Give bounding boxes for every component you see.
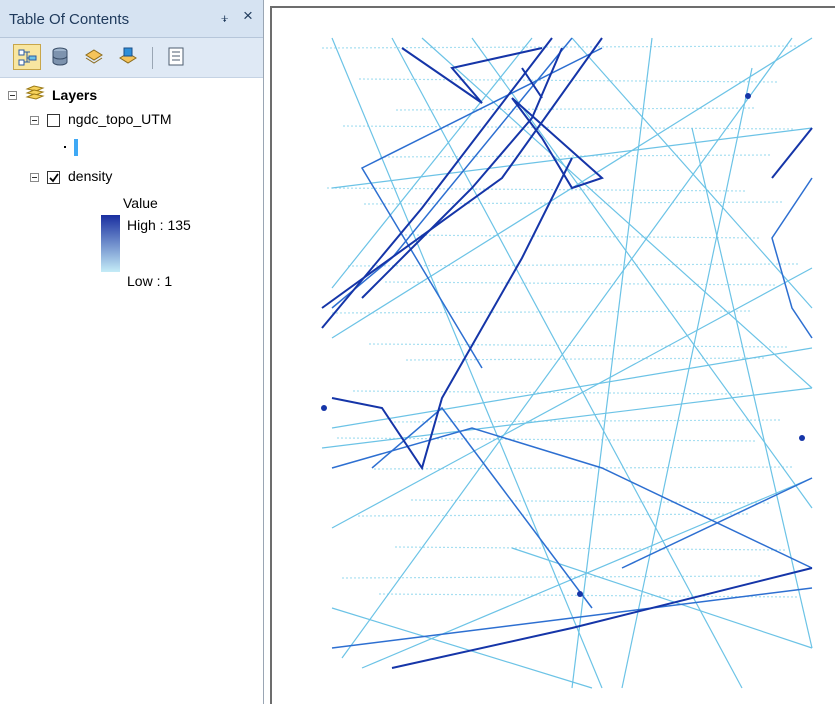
- survey-line-pale: [389, 419, 781, 423]
- density-layer-visibility-checkbox[interactable]: [47, 171, 60, 184]
- legend-value-heading: Value: [123, 195, 158, 211]
- track-line-medium: [771, 177, 813, 339]
- checkmark-icon: [49, 173, 59, 183]
- track-line-light: [511, 547, 813, 649]
- density-hotspot: [799, 435, 805, 441]
- layers-collapse-toggle[interactable]: [8, 91, 17, 100]
- survey-line-pale: [384, 281, 776, 286]
- ngdc-layer-collapse-toggle[interactable]: [30, 116, 39, 125]
- layers-root-label[interactable]: Layers: [52, 87, 97, 103]
- options-button[interactable]: [162, 44, 190, 70]
- list-by-selection-button[interactable]: [114, 44, 142, 70]
- layer-name-ngdc-topo-utm[interactable]: ngdc_topo_UTM: [68, 111, 172, 127]
- close-icon[interactable]: ×: [243, 7, 253, 24]
- track-line-light: [331, 347, 813, 429]
- options-list-icon: [168, 47, 184, 66]
- list-by-visibility-button[interactable]: [80, 44, 108, 70]
- track-line-dark: [771, 127, 813, 179]
- ngdc-legend-point-symbol: [64, 146, 66, 148]
- survey-line-pale: [321, 45, 803, 49]
- list-by-drawing-order-button[interactable]: [13, 44, 41, 70]
- survey-line-pale: [394, 546, 786, 551]
- survey-line-pale: [400, 234, 762, 239]
- track-line-light: [391, 37, 743, 689]
- survey-line-pale: [358, 78, 780, 83]
- track-line-medium: [331, 587, 813, 649]
- density-hotspot: [745, 93, 751, 99]
- pin-icon[interactable]: ⨨: [221, 10, 228, 26]
- track-line-dark: [321, 37, 553, 329]
- survey-line-pale: [378, 593, 800, 598]
- survey-line-pale: [368, 343, 790, 348]
- database-icon: [52, 47, 68, 66]
- toolbar-separator: [152, 47, 153, 69]
- survey-line-pale: [357, 513, 749, 517]
- track-line-medium: [360, 47, 603, 369]
- track-line-light: [331, 37, 603, 689]
- track-line-dark: [521, 67, 543, 99]
- survey-line-pale: [373, 466, 795, 470]
- visibility-layers-icon: [85, 49, 103, 64]
- layers-list-icon: [18, 49, 37, 66]
- layer-name-density[interactable]: density: [68, 168, 112, 184]
- density-hotspot: [321, 405, 327, 411]
- track-line-light: [621, 67, 753, 689]
- density-map-canvas: [321, 37, 813, 689]
- survey-line-pale: [395, 107, 757, 111]
- legend-high-label: High : 135: [127, 217, 191, 233]
- toc-title: Table Of Contents: [9, 11, 130, 28]
- survey-line-pale: [410, 499, 772, 504]
- list-by-source-button[interactable]: [46, 44, 74, 70]
- survey-line-pale: [405, 357, 767, 361]
- toc-title-bar: Table Of Contents ⨨ ×: [0, 0, 263, 38]
- survey-line-pale: [326, 187, 748, 192]
- density-layer-collapse-toggle[interactable]: [30, 173, 39, 182]
- ngdc-legend-swatch: [74, 139, 78, 156]
- legend-low-label: Low : 1: [127, 273, 173, 289]
- density-hotspot: [577, 591, 583, 597]
- selection-layers-icon: [119, 47, 137, 64]
- survey-line-pale: [347, 263, 799, 267]
- track-line-dark: [391, 567, 813, 669]
- survey-line-pale: [342, 125, 794, 130]
- survey-line-pale: [341, 575, 763, 579]
- track-line-light: [331, 267, 813, 529]
- layers-group-icon: [25, 85, 45, 100]
- track-line-light: [341, 37, 793, 659]
- track-line-light: [331, 37, 533, 289]
- table-of-contents-panel: Table Of Contents ⨨ × Layers ngdc_topo_U…: [0, 0, 264, 704]
- toc-toolbar: [0, 38, 263, 78]
- ngdc-layer-visibility-checkbox[interactable]: [47, 114, 60, 127]
- survey-line-pale: [331, 310, 753, 314]
- density-color-ramp: [101, 215, 120, 272]
- map-display[interactable]: [270, 6, 835, 704]
